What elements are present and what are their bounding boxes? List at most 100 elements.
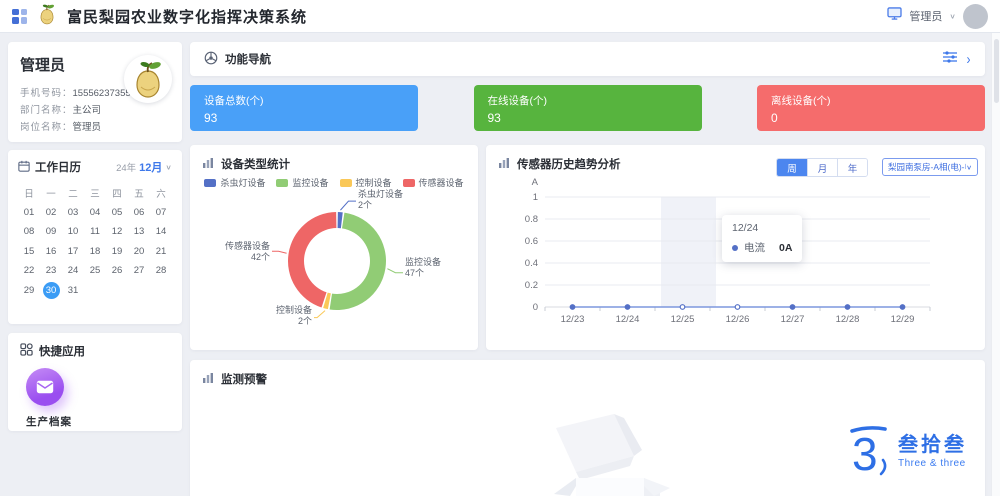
calendar-day-number[interactable]: 29 [24,285,35,296]
calendar-day[interactable]: 25 [84,261,106,281]
calendar-day-number[interactable]: 28 [156,265,167,276]
calendar-day-number[interactable]: 31 [68,285,79,296]
calendar-day-number[interactable]: 07 [156,207,167,218]
scrollbar-thumb[interactable] [994,39,999,103]
calendar-day[interactable]: 13 [128,222,150,242]
calendar-day[interactable]: 08 [18,222,40,242]
calendar-day[interactable]: 19 [106,242,128,262]
data-point[interactable] [679,304,686,310]
calendar-day-number[interactable]: 14 [156,226,167,237]
data-point[interactable] [844,304,851,310]
calendar-day-number[interactable]: 01 [24,207,35,218]
calendar-day-number[interactable]: 06 [134,207,145,218]
calendar-day[interactable]: 26 [106,261,128,281]
calendar-day-number[interactable]: 20 [134,246,145,257]
calendar-day[interactable]: 11 [84,222,106,242]
calendar-day[interactable]: 10 [62,222,84,242]
calendar-day[interactable]: 22 [18,261,40,281]
calendar-day-number[interactable]: 02 [46,207,57,218]
data-point[interactable] [734,304,741,310]
data-point[interactable] [624,304,631,310]
calendar-day-number[interactable]: 15 [24,246,35,257]
scrollbar-track[interactable] [991,33,1000,496]
calendar-day[interactable]: 28 [150,261,172,281]
profile-field-label: 部门名称： [20,105,73,116]
calendar-day-number[interactable]: 18 [90,246,101,257]
label-leader-line [340,200,356,211]
donut-chart[interactable]: 杀虫灯设备 2个 监控设备 47个 控制设备 2个 传感器设备 42个 [190,145,478,350]
apps-grid-icon[interactable] [12,8,27,24]
donut-segment[interactable] [337,212,343,229]
chevron-right-icon[interactable]: › [967,52,971,67]
calendar-day[interactable]: 16 [40,242,62,262]
calendar-day[interactable]: 29 [18,281,40,301]
calendar-day[interactable]: 09 [40,222,62,242]
calendar-day[interactable]: 27 [128,261,150,281]
profile-field-value: 15556237355 [72,88,131,99]
donut-label-name: 杀虫灯设备 [358,189,404,199]
sliders-icon[interactable] [943,50,957,68]
calendar-day-number[interactable]: 05 [112,207,123,218]
calendar-day[interactable]: 21 [150,242,172,262]
calendar-day[interactable]: 23 [40,261,62,281]
stat-card[interactable]: 离线设备(个) 0 [757,85,985,131]
calendar-day[interactable]: 07 [150,203,172,223]
calendar-day[interactable]: 06 [128,203,150,223]
stat-card[interactable]: 设备总数(个) 93 [190,85,418,131]
calendar-day[interactable]: 02 [40,203,62,223]
calendar-day-number[interactable]: 11 [90,226,100,237]
avatar[interactable] [963,3,988,29]
calendar-month-select[interactable]: 24年 12月 ∨ [116,159,172,175]
donut-label: 控制设备 2个 [276,305,312,326]
calendar-day-number[interactable]: 21 [156,246,167,257]
calendar-day-number[interactable]: 16 [46,246,57,257]
data-point[interactable] [899,304,906,310]
brand-subtitle: Three & three [898,458,966,469]
calendar-day[interactable]: 24 [62,261,84,281]
svg-text:0.6: 0.6 [525,236,538,247]
calendar-day-number[interactable]: 10 [68,226,79,237]
data-point[interactable] [789,304,796,310]
calendar-day-number[interactable]: 08 [24,226,35,237]
chevron-down-icon[interactable]: ∨ [949,12,956,21]
calendar-year-label: 24年 [116,163,137,174]
stat-label: 在线设备(个) [487,95,548,107]
app-production-archive[interactable]: 生产档案 [26,368,78,429]
calendar-day[interactable]: 14 [150,222,172,242]
calendar-day-number[interactable]: 04 [90,207,101,218]
y-axis-unit: A [532,177,539,188]
stat-card[interactable]: 在线设备(个) 93 [473,85,702,131]
calendar-weekday: 六 [156,188,166,200]
calendar-day-number[interactable]: 24 [68,265,79,276]
monitor-icon[interactable] [887,7,903,25]
calendar-day-number[interactable]: 19 [112,246,123,257]
user-menu-label[interactable]: 管理员 [909,8,942,24]
calendar-day[interactable]: 12 [106,222,128,242]
calendar-day[interactable]: 04 [84,203,106,223]
profile-avatar [124,55,172,103]
calendar-day[interactable]: 03 [62,203,84,223]
calendar-day-number[interactable]: 03 [68,207,79,218]
calendar-day-number[interactable]: 22 [24,265,35,276]
calendar-day[interactable]: 20 [128,242,150,262]
calendar-day-number[interactable]: 23 [46,265,57,276]
calendar-day[interactable]: 30 [40,281,62,301]
calendar-day[interactable]: 01 [18,203,40,223]
calendar-day-number[interactable]: 09 [46,226,57,237]
calendar-day[interactable]: 31 [62,281,84,301]
calendar-day-selected[interactable]: 30 [42,281,60,299]
calendar-day-number[interactable]: 17 [68,246,79,257]
bar-chart-icon [202,372,214,387]
calendar-day-number[interactable]: 25 [90,265,101,276]
calendar-day[interactable]: 18 [84,242,106,262]
calendar-day[interactable]: 15 [18,242,40,262]
data-point[interactable] [569,304,576,310]
calendar-day-number[interactable]: 27 [134,265,145,276]
calendar-day[interactable]: 05 [106,203,128,223]
calendar-day-number[interactable]: 12 [112,226,123,237]
quick-apps-icon [20,343,33,359]
calendar-day-number[interactable]: 26 [112,265,123,276]
calendar-day[interactable]: 17 [62,242,84,262]
calendar-day-number[interactable]: 13 [134,226,145,237]
calendar-card: 工作日历 24年 12月 ∨ 日一二三四五六 01 02 03 04 05 06 07 08 09… [8,150,182,324]
